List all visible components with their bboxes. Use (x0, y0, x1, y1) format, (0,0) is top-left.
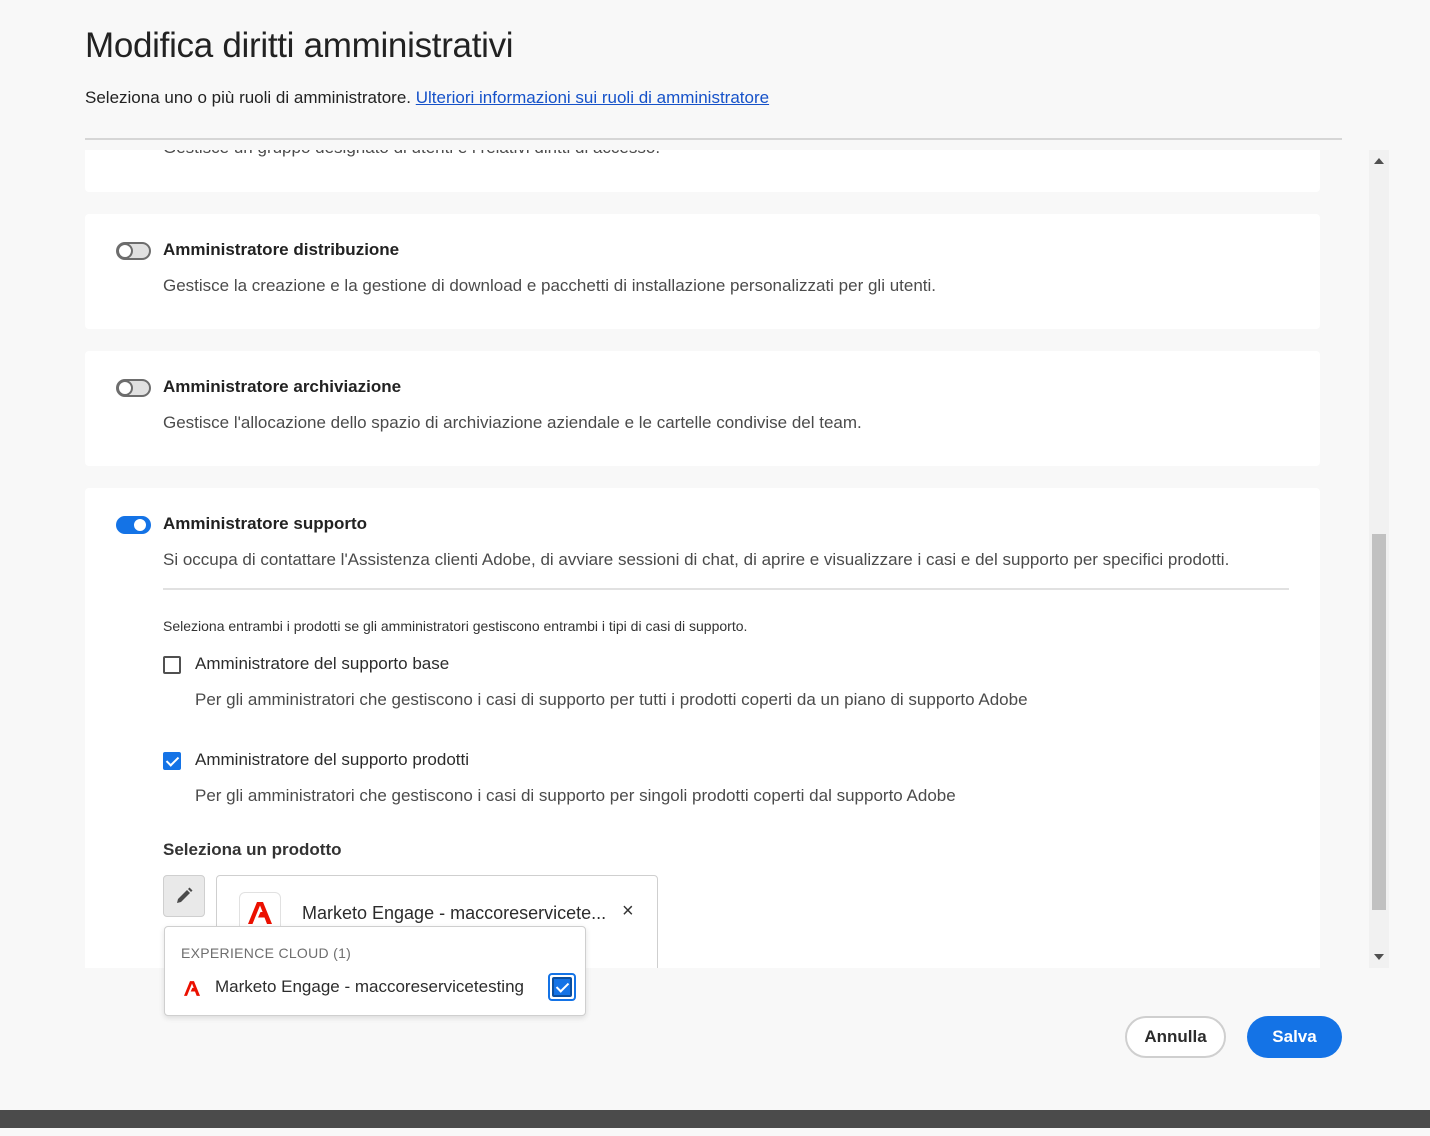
role-title: Amministratore archiviazione (163, 377, 402, 396)
dialog-subtitle-text: Seleziona uno o più ruoli di amministrat… (85, 88, 412, 107)
checkbox-description: Per gli amministratori che gestiscono i … (195, 690, 1028, 709)
product-group-header: EXPERIENCE CLOUD (1) (181, 945, 352, 961)
scroll-up-arrow-icon[interactable] (1374, 158, 1384, 164)
role-card-clipped: Gestisce un gruppo designato di utenti e… (85, 150, 1320, 192)
role-description: Gestisce la creazione e la gestione di d… (163, 276, 937, 295)
role-card-distribuzione: Amministratore distribuzione Gestisce la… (85, 214, 1320, 329)
save-button[interactable]: Salva (1247, 1016, 1342, 1058)
support-hint: Seleziona entrambi i prodotti se gli amm… (163, 618, 748, 634)
checkbox-checked-icon (552, 977, 572, 997)
pencil-icon (177, 887, 193, 903)
cancel-button[interactable]: Annulla (1125, 1016, 1226, 1058)
role-toggle-distribuzione[interactable] (116, 242, 151, 260)
product-option-checkbox[interactable] (548, 973, 576, 1001)
adobe-logo-icon (183, 979, 201, 997)
role-title: Amministratore supporto (163, 514, 368, 533)
selected-product-name: Marketo Engage - maccoreservicete... (302, 903, 607, 923)
dialog-subtitle: Seleziona uno o più ruoli di amministrat… (85, 88, 769, 108)
role-card-archiviazione: Amministratore archiviazione Gestisce l'… (85, 351, 1320, 466)
vertical-scrollbar[interactable] (1369, 150, 1389, 968)
role-card-supporto: Amministratore supporto Si occupa di con… (85, 488, 1320, 968)
checkbox-label: Amministratore del supporto base (195, 654, 450, 673)
role-description: Si occupa di contattare l'Assistenza cli… (163, 550, 1230, 569)
bottom-bar (0, 1110, 1430, 1128)
checkbox-supporto-prodotti[interactable] (163, 752, 181, 770)
role-toggle-supporto[interactable] (116, 516, 151, 534)
roles-scroll-area[interactable]: Gestisce un gruppo designato di utenti e… (85, 150, 1320, 968)
role-toggle-archiviazione[interactable] (116, 379, 151, 397)
edit-product-button[interactable] (163, 875, 205, 917)
product-option-label[interactable]: Marketo Engage - maccoreservicetesting (215, 977, 524, 997)
checkbox-description: Per gli amministratori che gestiscono i … (195, 786, 956, 805)
select-product-label: Seleziona un prodotto (163, 840, 342, 859)
support-divider (163, 588, 1289, 590)
checkbox-supporto-base[interactable] (163, 656, 181, 674)
adobe-logo-icon (248, 902, 272, 924)
header-divider (85, 138, 1342, 140)
role-description: Gestisce un gruppo designato di utenti e… (163, 150, 660, 158)
remove-product-icon[interactable]: × (622, 900, 634, 923)
role-description: Gestisce l'allocazione dello spazio di a… (163, 413, 862, 432)
checkbox-label: Amministratore del supporto prodotti (195, 750, 470, 769)
product-picker-popover: EXPERIENCE CLOUD (1) Marketo Engage - ma… (164, 926, 586, 1016)
learn-more-link[interactable]: Ulteriori informazioni sui ruoli di ammi… (416, 88, 769, 107)
role-title: Amministratore distribuzione (163, 240, 400, 259)
dialog-title: Modifica diritti amministrativi (85, 26, 514, 65)
scroll-thumb[interactable] (1372, 534, 1386, 910)
scroll-down-arrow-icon[interactable] (1374, 954, 1384, 960)
